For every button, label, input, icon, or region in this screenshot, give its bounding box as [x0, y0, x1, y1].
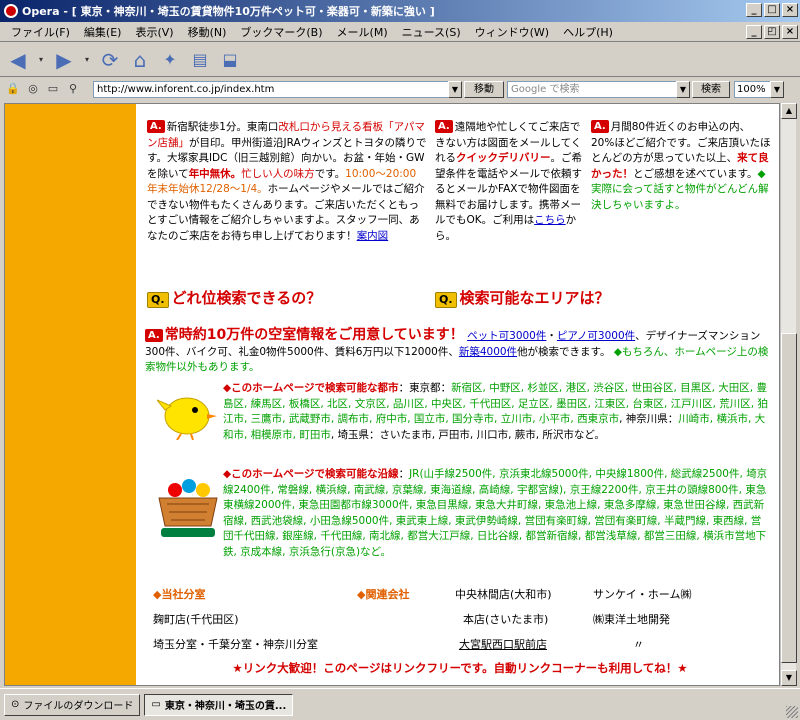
answer-badge: A. — [591, 120, 609, 133]
search-cities: ◆このホームページで検索可能な都市：東京都：新宿区, 中野区, 杉並区, 港区,… — [223, 382, 768, 441]
link-free-notice: ★リンク大歓迎！このページはリンクフリーです。自動リンクコーナーも利用してね！★ — [232, 661, 688, 675]
downloads-tab[interactable]: ⊙ ファイルのダウンロード — [4, 693, 141, 716]
menu-edit[interactable]: 編集(E) — [77, 24, 129, 40]
go-button[interactable]: 移動 — [464, 81, 504, 98]
forward-arrow-icon[interactable]: ▶ — [52, 48, 76, 72]
store-info-column: A. 新宿駅徒歩1分。東南口改札口から見える看板「アパマン店舗」が目印。甲州街道沿… — [147, 120, 427, 242]
pet-ok-link[interactable]: ペット可3000件 — [467, 330, 546, 342]
search-lines: ◆このホームページで検索可能な沿線：JR(山手線2500件, 京浜東北線5000… — [223, 468, 768, 558]
search-dropdown-icon[interactable]: ▼ — [676, 81, 690, 98]
branch-kojimachi: 麹町店(千代田区) — [153, 613, 239, 626]
omiya-branch-link[interactable]: 大宮駅西口駅前店 — [459, 634, 547, 656]
own-branches-heading: ◆当社分室 — [153, 588, 206, 601]
search-button[interactable]: 検索 — [692, 81, 730, 98]
menu-bookmarks[interactable]: ブックマーク(B) — [233, 24, 329, 40]
question-search-area: Q. 検索可能なエリアは？ — [435, 290, 610, 308]
cookie-icon[interactable]: ◎ — [24, 82, 42, 98]
navigation-toolbar: ◀ ▾ ▶ ▾ ⟳ ⌂ ✦ ▤ ⬓ — [0, 43, 800, 77]
related-honten: 本店(さいたま市) — [463, 613, 549, 626]
menu-news[interactable]: ニュース(S) — [395, 24, 468, 40]
menu-bar: ファイル(F) 編集(E) 表示(V) 移動(N) ブックマーク(B) メール(… — [0, 22, 800, 42]
vacancy-answer: A. 常時約10万件の空室情報をご用意しています！ ペット可3000件・ピアノ可3… — [145, 327, 769, 373]
page-icon: ▭ — [151, 699, 161, 710]
question-badge: Q. — [435, 292, 457, 308]
delivery-info-column: A. 遠隔地や忙しくてご来店できない方は図面をメールしてくれるクイックデリバリー。… — [435, 120, 582, 242]
menu-file[interactable]: ファイル(F) — [4, 24, 77, 40]
menu-help[interactable]: ヘルプ(H) — [556, 24, 620, 40]
vertical-scrollbar[interactable]: ▲ ▼ — [780, 103, 797, 686]
print-icon[interactable]: ▤ — [188, 48, 212, 72]
user-icon[interactable]: ⚲ — [64, 82, 82, 98]
doc-minimize-button[interactable]: _ — [746, 25, 762, 39]
download-icon: ⊙ — [11, 699, 20, 710]
ditto-mark: 〃 — [633, 638, 644, 651]
window-title: Opera - [ 東京・神奈川・埼玉の賃貸物件10万件ペット可・楽器可・新築に… — [22, 5, 435, 18]
scroll-down-icon[interactable]: ▼ — [781, 670, 797, 686]
menu-mail[interactable]: メール(M) — [330, 24, 395, 40]
doc-close-button[interactable]: × — [782, 25, 798, 39]
question-search-count: Q. どれ位検索できるの？ — [147, 290, 321, 308]
new-build-link[interactable]: 新築4000件 — [459, 346, 517, 358]
menu-window[interactable]: ウィンドウ(W) — [468, 24, 556, 40]
back-arrow-icon[interactable]: ◀ — [6, 48, 30, 72]
orange-sidebar-stripe — [5, 104, 136, 685]
reload-icon[interactable]: ⟳ — [98, 48, 122, 72]
scroll-thumb[interactable] — [781, 333, 797, 663]
download-icon[interactable]: ⬓ — [218, 48, 242, 72]
maximize-button[interactable]: □ — [764, 3, 780, 17]
address-toolbar: 🔒 ◎ ▭ ⚲ http://www.inforent.co.jp/index.… — [0, 79, 800, 101]
scroll-up-icon[interactable]: ▲ — [781, 103, 797, 119]
page-content: A. 新宿駅徒歩1分。東南口改札口から見える看板「アパマン店舗」が目印。甲州街道沿… — [145, 104, 775, 685]
zoom-dropdown-icon[interactable]: ▼ — [770, 81, 784, 98]
answer-badge: A. — [145, 329, 163, 342]
branch-offices: 埼玉分室・千葉分室・神奈川分室 — [153, 638, 318, 651]
welcome-basket-icon — [158, 479, 218, 537]
page-viewport: A. 新宿駅徒歩1分。東南口改札口から見える看板「アパマン店舗」が目印。甲州街道沿… — [4, 103, 780, 686]
page-tab[interactable]: ▭ 東京・神奈川・埼玉の賃... — [144, 693, 294, 716]
status-bar: ⊙ ファイルのダウンロード ▭ 東京・神奈川・埼玉の賃... — [0, 688, 800, 720]
map-link[interactable]: 案内図 — [357, 230, 389, 242]
window-titlebar: Opera - [ 東京・神奈川・埼玉の賃貸物件10万件ペット可・楽器可・新築に… — [0, 0, 800, 22]
lock-icon[interactable]: 🔒 — [4, 82, 22, 98]
delivery-link[interactable]: こちら — [534, 214, 566, 226]
answer-badge: A. — [147, 120, 165, 133]
question-badge: Q. — [147, 292, 169, 308]
piano-ok-link[interactable]: ピアノ可3000件 — [557, 330, 635, 342]
forward-dropdown-icon[interactable]: ▾ — [82, 48, 92, 72]
resize-grip-icon[interactable] — [786, 706, 798, 718]
opera-logo-icon — [4, 4, 18, 18]
menu-view[interactable]: 表示(V) — [128, 24, 180, 40]
address-input[interactable]: http://www.inforent.co.jp/index.htm — [93, 81, 462, 98]
back-dropdown-icon[interactable]: ▾ — [36, 48, 46, 72]
related-toyo-tochi: ㈱東洋土地開発 — [593, 613, 670, 626]
page-icon[interactable]: ▭ — [44, 82, 62, 98]
close-button[interactable]: × — [782, 3, 798, 17]
search-input[interactable]: Google で検索 — [507, 81, 682, 98]
referral-info-column: A. 月間80件近くのお申込の内、20%ほどご紹介です。ご来店頂いたほとんどの方が… — [591, 120, 771, 211]
doc-restore-button[interactable]: ◰ — [764, 25, 780, 39]
wand-icon[interactable]: ✦ — [158, 48, 182, 72]
related-chuo-rinkan: 中央林間店(大和市) — [455, 588, 552, 601]
minimize-button[interactable]: _ — [746, 3, 762, 17]
answer-badge: A. — [435, 120, 453, 133]
address-dropdown-icon[interactable]: ▼ — [448, 81, 462, 98]
yellow-bird-mascot-icon — [157, 397, 217, 440]
menu-navigate[interactable]: 移動(N) — [181, 24, 234, 40]
home-icon[interactable]: ⌂ — [128, 48, 152, 72]
related-companies-heading: ◆関連会社 — [357, 588, 410, 601]
related-sankei-home: サンケイ・ホーム㈱ — [593, 588, 692, 601]
